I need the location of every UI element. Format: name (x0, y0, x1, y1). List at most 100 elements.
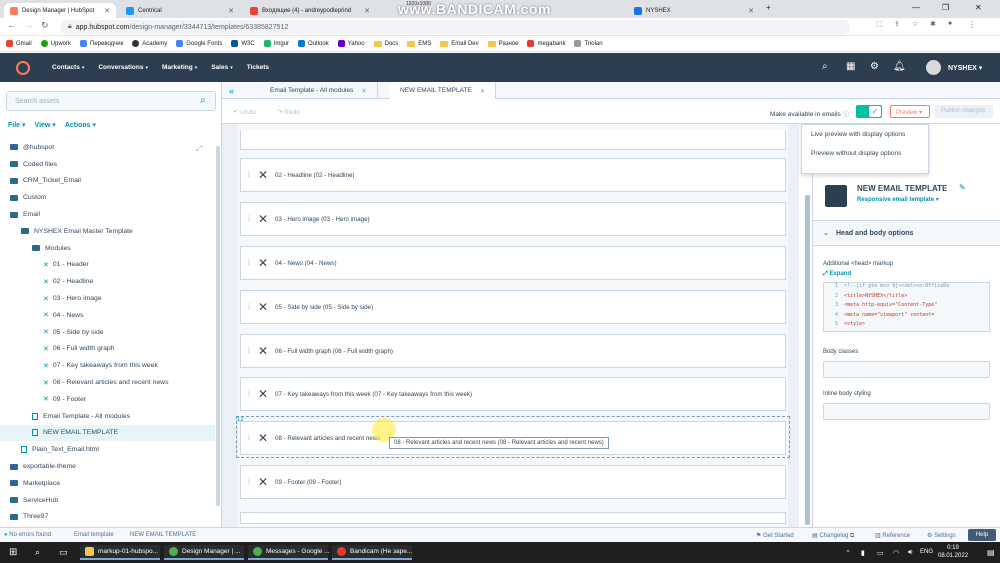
marketplace-icon[interactable]: ▦ (846, 61, 855, 72)
module-row[interactable]: ⁞ ✕ 05 - Side by side (05 - Side by side) (240, 290, 786, 324)
battery-icon[interactable]: ▭ (872, 545, 889, 560)
tree-item[interactable]: Three97 (0, 509, 215, 526)
account-menu[interactable]: NYSHEX ▾ (948, 64, 982, 72)
nav-tickets[interactable]: Tickets (247, 64, 269, 71)
actions-menu[interactable]: Actions ▾ (65, 121, 96, 129)
close-icon[interactable]: ✕ (360, 7, 370, 15)
tree-item[interactable]: exportable-theme (0, 458, 215, 475)
close-icon[interactable]: ✕ (224, 7, 234, 15)
browser-tab[interactable]: Входящие (4) - andreypodleprind ✕ (244, 3, 376, 18)
network-icon[interactable]: ▮ (856, 545, 870, 560)
profile-icon[interactable]: ● (948, 20, 952, 27)
close-icon[interactable]: ✕ (744, 7, 754, 15)
drag-handle-icon[interactable]: ⁞ (248, 391, 250, 398)
gear-icon[interactable]: ⚙ (870, 61, 879, 72)
tree-item[interactable]: ✕ 01 - Header (0, 257, 215, 274)
volume-icon[interactable]: 🔊︎ (903, 545, 917, 560)
publish-changes-button[interactable]: Publish changes (935, 105, 993, 118)
preview-without-options[interactable]: Preview without display options (802, 144, 928, 163)
minimize-icon[interactable]: — (912, 3, 920, 12)
tree-item[interactable]: Email (0, 206, 215, 223)
tree-item[interactable]: ✕ 09 - Footer (0, 391, 215, 408)
bookmark-translator[interactable]: Переводчик (80, 40, 123, 47)
file-menu[interactable]: File ▾ (8, 121, 26, 129)
language-indicator[interactable]: ENG (920, 549, 933, 555)
tree-item[interactable]: CRM_Ticket_Email (0, 173, 215, 190)
taskbar-app-markup[interactable]: markup-01-hubspo... (80, 545, 160, 560)
extension-icon[interactable]: ⬚ (876, 20, 883, 28)
search-icon[interactable]: ⌕ (30, 545, 45, 560)
nav-contacts[interactable]: Contacts ▾ (52, 64, 84, 71)
bookmark-megabank[interactable]: megabank (527, 40, 565, 47)
tree-item[interactable]: ✕ 03 - Hero image (0, 290, 215, 307)
drag-handle-icon[interactable]: ⁞ (248, 172, 250, 179)
puzzle-icon[interactable]: ✱ (930, 20, 936, 28)
avatar[interactable] (926, 60, 941, 75)
bookmark-ems[interactable]: EMS (407, 40, 431, 47)
bookmark-upwork[interactable]: Upwork (40, 40, 71, 47)
close-icon[interactable]: ✕ (361, 87, 366, 95)
sidebar-scrollbar[interactable] (216, 146, 220, 506)
tab-email-template-all-modules[interactable]: Email Template - All modules ✕ (260, 82, 378, 99)
changelog-link[interactable]: ▤ Changelog ⧉ (812, 532, 854, 540)
tree-item[interactable]: ✕ 08 - Relevant articles and recent news (0, 374, 215, 391)
bookmark-email-dev[interactable]: Email Dev (440, 40, 479, 47)
tree-item[interactable]: Coded files (0, 156, 215, 173)
search-icon[interactable]: ⌕ (822, 61, 828, 72)
tree-item[interactable]: ServiceHub (0, 492, 215, 509)
tree-item[interactable]: ✕ 07 - Key takeaways from this week (0, 357, 215, 374)
inline-body-input[interactable] (823, 403, 990, 420)
drag-handle-icon[interactable]: ⁞ (248, 304, 250, 311)
url-bar[interactable]: 🔒︎ app.hubspot.com/design-manager/334471… (60, 20, 850, 34)
tree-item[interactable]: @hubspot (0, 139, 215, 156)
bookmark-docs[interactable]: Docs (373, 40, 398, 47)
close-icon[interactable]: ✕ (100, 7, 110, 15)
nav-marketing[interactable]: Marketing ▾ (162, 64, 197, 71)
bell-icon[interactable]: 🔔︎ (893, 61, 906, 72)
live-preview-option[interactable]: Live preview with display options (802, 125, 928, 144)
back-icon[interactable]: ← (7, 20, 16, 30)
bookmark-gmail[interactable]: Gmail (6, 40, 32, 47)
view-menu[interactable]: View ▾ (35, 121, 56, 129)
tree-item[interactable]: Modules (0, 240, 215, 257)
bookmark-outlook[interactable]: Outlook (298, 40, 329, 47)
module-row[interactable]: ⁞ ✕ 07 - Key takeaways from this week (07 … (240, 377, 786, 411)
taskbar-app-design-manager[interactable]: Design Manager | ... (164, 545, 244, 560)
expand-link[interactable]: ⤢ Expand (823, 271, 851, 278)
browser-tab[interactable]: Design Manager | HubSpot ✕ (4, 3, 116, 18)
clock[interactable]: 0:19 08.01.2022 (938, 545, 968, 560)
drag-handle-icon[interactable]: ⁞ (248, 216, 250, 223)
taskbar-app-messages[interactable]: Messages - Google ... (248, 545, 330, 560)
share-icon[interactable]: ⇪ (894, 20, 900, 28)
close-icon[interactable]: ✕ (480, 87, 485, 95)
module-row-partial[interactable] (240, 512, 786, 524)
canvas-scrollbar[interactable] (805, 195, 810, 525)
drag-handle-icon[interactable]: ⁞ (248, 260, 250, 267)
bookmark-yahoo[interactable]: Yahoo (337, 40, 365, 47)
search-icon[interactable]: ⌕ (200, 95, 206, 106)
drag-handle-icon[interactable]: ⁞ (248, 348, 250, 355)
star-icon[interactable]: ☆ (912, 20, 918, 28)
get-started-link[interactable]: ⚑ Get Started (756, 532, 794, 539)
module-row[interactable]: ⁞ ✕ 09 - Footer (09 - Footer) (240, 465, 786, 499)
module-row[interactable]: ⁞ ✕ 06 - Full width graph (06 - Full width… (240, 334, 786, 368)
reload-icon[interactable]: ↻ (41, 20, 49, 31)
bookmark-misc[interactable]: Разное (487, 40, 518, 47)
head-body-options-section[interactable]: ⌄ Head and body options (813, 222, 1000, 246)
notifications-icon[interactable]: ▤ (982, 545, 1000, 560)
template-type-dropdown[interactable]: Responsive email template ▾ (857, 196, 939, 203)
preview-button[interactable]: Preview ▾ (890, 105, 930, 118)
wifi-icon[interactable]: ◠ (888, 545, 904, 560)
pencil-icon[interactable]: ✎ (959, 183, 966, 192)
tab-new-email-template[interactable]: NEW EMAIL TEMPLATE ✕ (390, 82, 497, 99)
tree-item[interactable]: ✕ 04 - News (0, 307, 215, 324)
module-row[interactable]: ⁞ ✕ 03 - Hero image (03 - Hero image) (240, 202, 786, 236)
bookmark-w3c[interactable]: W3C (231, 40, 255, 47)
module-row[interactable]: ⁞ ✕ 04 - News (04 - News) (240, 246, 786, 280)
collapse-sidebar-icon[interactable]: « (229, 86, 234, 96)
undo-button[interactable]: ↶ Undo (233, 108, 256, 116)
new-tab-icon[interactable]: + (766, 3, 771, 12)
windows-start-icon[interactable]: ⊞ (4, 545, 22, 560)
bookmark-academy[interactable]: Academy (132, 40, 167, 47)
make-available-toggle[interactable]: ✓ (856, 105, 882, 118)
